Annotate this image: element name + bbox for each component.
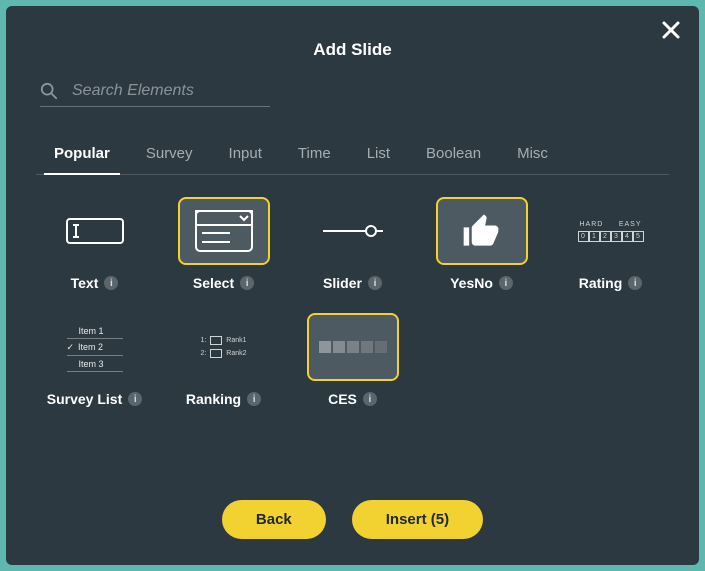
info-icon[interactable]: i (363, 392, 377, 406)
close-icon (661, 20, 681, 40)
search-input[interactable] (72, 82, 252, 100)
tile-label: Slider (323, 275, 362, 291)
tile-yesno[interactable]: YesNo i (427, 199, 536, 291)
tile-label: Ranking (186, 391, 241, 407)
tile-label: CES (328, 391, 357, 407)
tile-label: Text (71, 275, 99, 291)
ces-icon (319, 341, 387, 353)
info-icon[interactable]: i (368, 276, 382, 290)
thumb-yesno (438, 199, 526, 263)
text-input-icon (66, 218, 124, 244)
tile-label: Survey List (47, 391, 122, 407)
insert-button[interactable]: Insert (5) (352, 500, 483, 539)
tile-slider[interactable]: Slider i (298, 199, 407, 291)
thumb-text (51, 199, 139, 263)
rating-scale-icon: 012345 (578, 231, 644, 242)
info-icon[interactable]: i (499, 276, 513, 290)
tile-rating[interactable]: HARD EASY 012345 Rating i (556, 199, 665, 291)
search-field[interactable] (40, 82, 270, 107)
info-icon[interactable]: i (240, 276, 254, 290)
tile-label: Select (193, 275, 234, 291)
thumb-select (180, 199, 268, 263)
close-button[interactable] (661, 20, 681, 45)
tile-text[interactable]: Text i (40, 199, 149, 291)
tab-time[interactable]: Time (280, 135, 349, 174)
element-grid: Text i Select i Slider i (36, 199, 669, 484)
tile-ranking[interactable]: 1:Rank1 2:Rank2 Ranking i (169, 315, 278, 407)
category-tabs: Popular Survey Input Time List Boolean M… (36, 135, 669, 175)
thumb-survey-list: Item 1 Item 2 Item 3 (51, 315, 139, 379)
tab-survey[interactable]: Survey (128, 135, 211, 174)
tab-list[interactable]: List (349, 135, 408, 174)
tile-label: Rating (579, 275, 623, 291)
tile-survey-list[interactable]: Item 1 Item 2 Item 3 Survey List i (40, 315, 149, 407)
tab-boolean[interactable]: Boolean (408, 135, 499, 174)
info-icon[interactable]: i (628, 276, 642, 290)
rating-scale-labels: HARD EASY (580, 221, 642, 228)
thumb-ces (309, 315, 397, 379)
thumb-slider (309, 199, 397, 263)
thumb-rating: HARD EASY 012345 (567, 199, 655, 263)
thumbs-up-icon (459, 209, 505, 253)
ranking-icon: 1:Rank1 2:Rank2 (200, 336, 246, 358)
info-icon[interactable]: i (104, 276, 118, 290)
add-slide-modal: Add Slide Popular Survey Input Time List… (6, 6, 699, 565)
info-icon[interactable]: i (128, 392, 142, 406)
tab-input[interactable]: Input (211, 135, 280, 174)
modal-footer: Back Insert (5) (36, 484, 669, 545)
tile-label: YesNo (450, 275, 493, 291)
back-button[interactable]: Back (222, 500, 326, 539)
modal-title: Add Slide (36, 40, 669, 60)
tab-misc[interactable]: Misc (499, 135, 566, 174)
thumb-ranking: 1:Rank1 2:Rank2 (180, 315, 268, 379)
tile-select[interactable]: Select i (169, 199, 278, 291)
tile-ces[interactable]: CES i (298, 315, 407, 407)
info-icon[interactable]: i (247, 392, 261, 406)
slider-icon (321, 223, 385, 239)
survey-list-icon: Item 1 Item 2 Item 3 (67, 323, 123, 372)
select-icon (194, 209, 254, 253)
tab-popular[interactable]: Popular (36, 135, 128, 174)
search-icon (40, 82, 58, 100)
